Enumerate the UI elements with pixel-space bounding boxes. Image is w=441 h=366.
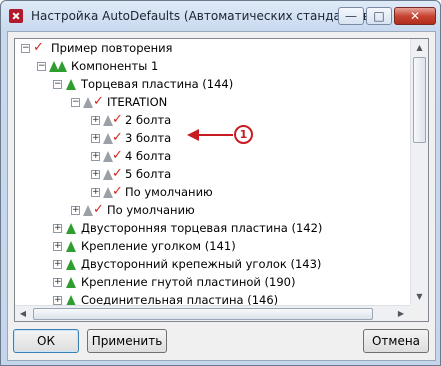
tree-item-label: ITERATION — [107, 95, 168, 109]
tree-item-iteration[interactable]: − ✓ ITERATION — [15, 93, 395, 111]
scroll-corner — [410, 305, 428, 321]
tree-item-label: 5 болта — [125, 167, 172, 181]
tree-item-angle-cleat[interactable]: + Крепление уголком (141) — [15, 237, 395, 255]
red-check-icon: ✓ — [112, 112, 123, 127]
red-check-icon: ✓ — [112, 130, 123, 145]
app-icon — [9, 9, 23, 23]
expand-icon[interactable]: + — [71, 206, 80, 215]
vertical-scrollbar[interactable]: ▲ ▼ — [410, 39, 428, 305]
scroll-right-icon[interactable]: ▶ — [393, 306, 409, 321]
rule-icon — [83, 205, 93, 216]
scroll-down-icon[interactable]: ▼ — [411, 288, 428, 305]
tree-viewport: − ✓ Пример повторения − Компоненты 1 − Т… — [15, 39, 405, 307]
expand-icon[interactable]: + — [91, 152, 100, 161]
collapse-icon[interactable]: − — [37, 62, 46, 71]
tree-item-label: По умолчанию — [125, 185, 213, 199]
horizontal-scroll-thumb[interactable] — [33, 308, 373, 320]
rule-group-icon — [83, 97, 93, 108]
window-title: Настройка AutoDefaults (Автоматических с… — [31, 9, 375, 23]
expand-icon[interactable]: + — [53, 296, 62, 305]
tree-item-components[interactable]: − Компоненты 1 — [15, 57, 395, 75]
red-check-icon: ✓ — [33, 40, 44, 55]
maximize-button[interactable]: □ — [366, 7, 392, 25]
collapse-icon[interactable]: − — [71, 98, 80, 107]
red-check-icon: ✓ — [112, 184, 123, 199]
scroll-up-icon[interactable]: ▲ — [411, 39, 428, 56]
collapse-icon[interactable]: − — [53, 80, 62, 89]
callout-number: 1 — [234, 125, 253, 144]
tree-item-label: Торцевая пластина (144) — [81, 77, 234, 91]
scroll-left-icon[interactable]: ◀ — [15, 306, 31, 321]
tree-item-default-inner[interactable]: + ✓ По умолчанию — [15, 183, 395, 201]
tree-item-3-bolts[interactable]: + ✓ 3 болта — [15, 129, 395, 147]
tree-item-label: Крепление уголком (141) — [81, 239, 236, 253]
tree-item-label: Двусторонний крепежный уголок (143) — [81, 257, 322, 271]
close-button[interactable]: ✕ — [394, 7, 436, 25]
expand-icon[interactable]: + — [53, 278, 62, 287]
tree-item-label: Двусторонняя торцевая пластина (142) — [81, 221, 323, 235]
tree-item-end-plate[interactable]: − Торцевая пластина (144) — [15, 75, 395, 93]
red-check-icon: ✓ — [112, 148, 123, 163]
tree-item-double-end-plate[interactable]: + Двусторонняя торцевая пластина (142) — [15, 219, 395, 237]
expand-icon[interactable]: + — [53, 224, 62, 233]
expand-icon[interactable]: + — [53, 260, 62, 269]
dialog-window: Настройка AutoDefaults (Автоматических с… — [0, 0, 441, 366]
title-bar[interactable]: Настройка AutoDefaults (Автоматических с… — [1, 1, 440, 31]
autodefaults-tree: − ✓ Пример повторения − Компоненты 1 − Т… — [14, 38, 429, 322]
component-icon — [66, 223, 76, 234]
component-icon — [66, 277, 76, 288]
tree-item-5-bolts[interactable]: + ✓ 5 болта — [15, 165, 395, 183]
tree-item-default-outer[interactable]: + ✓ По умолчанию — [15, 201, 395, 219]
expand-icon[interactable]: + — [53, 242, 62, 251]
dialog-body: − ✓ Пример повторения − Компоненты 1 − Т… — [7, 31, 436, 361]
tree-item-label: 4 болта — [125, 149, 172, 163]
cancel-button[interactable]: Отмена — [363, 329, 429, 353]
component-icon — [66, 259, 76, 270]
red-check-icon: ✓ — [93, 94, 104, 109]
apply-button[interactable]: Применить — [87, 329, 167, 353]
tree-item-label: По умолчанию — [107, 203, 195, 217]
tree-item-2-bolts[interactable]: + ✓ 2 болта — [15, 111, 395, 129]
expand-icon[interactable]: + — [91, 170, 100, 179]
tree-item-bent-plate[interactable]: + Крепление гнутой пластиной (190) — [15, 273, 395, 291]
vertical-scroll-thumb[interactable] — [413, 57, 426, 143]
tree-item-two-sided-clip-angle[interactable]: + Двусторонний крепежный уголок (143) — [15, 255, 395, 273]
expand-icon[interactable]: + — [91, 134, 100, 143]
tree-item-label: 3 болта — [125, 131, 172, 145]
tree-item-label: Компоненты 1 — [71, 59, 159, 73]
red-check-icon: ✓ — [112, 166, 123, 181]
expand-icon[interactable]: + — [91, 116, 100, 125]
tree-item-example[interactable]: − ✓ Пример повторения — [15, 39, 395, 57]
minimize-button[interactable]: — — [338, 7, 364, 25]
tree-item-label: 2 болта — [125, 113, 172, 127]
tree-item-label: Пример повторения — [51, 41, 173, 55]
ok-button[interactable]: ОК — [13, 329, 79, 353]
horizontal-scrollbar[interactable]: ◀ ▶ — [15, 305, 410, 321]
expand-icon[interactable]: + — [91, 188, 100, 197]
component-icon — [66, 241, 76, 252]
red-check-icon: ✓ — [93, 202, 104, 217]
component-icon — [66, 79, 76, 90]
callout-arrow-line — [195, 134, 233, 136]
tree-item-4-bolts[interactable]: + ✓ 4 болта — [15, 147, 395, 165]
components-icon — [57, 61, 67, 72]
tree-item-label: Крепление гнутой пластиной (190) — [81, 275, 296, 289]
collapse-icon[interactable]: − — [21, 44, 30, 53]
